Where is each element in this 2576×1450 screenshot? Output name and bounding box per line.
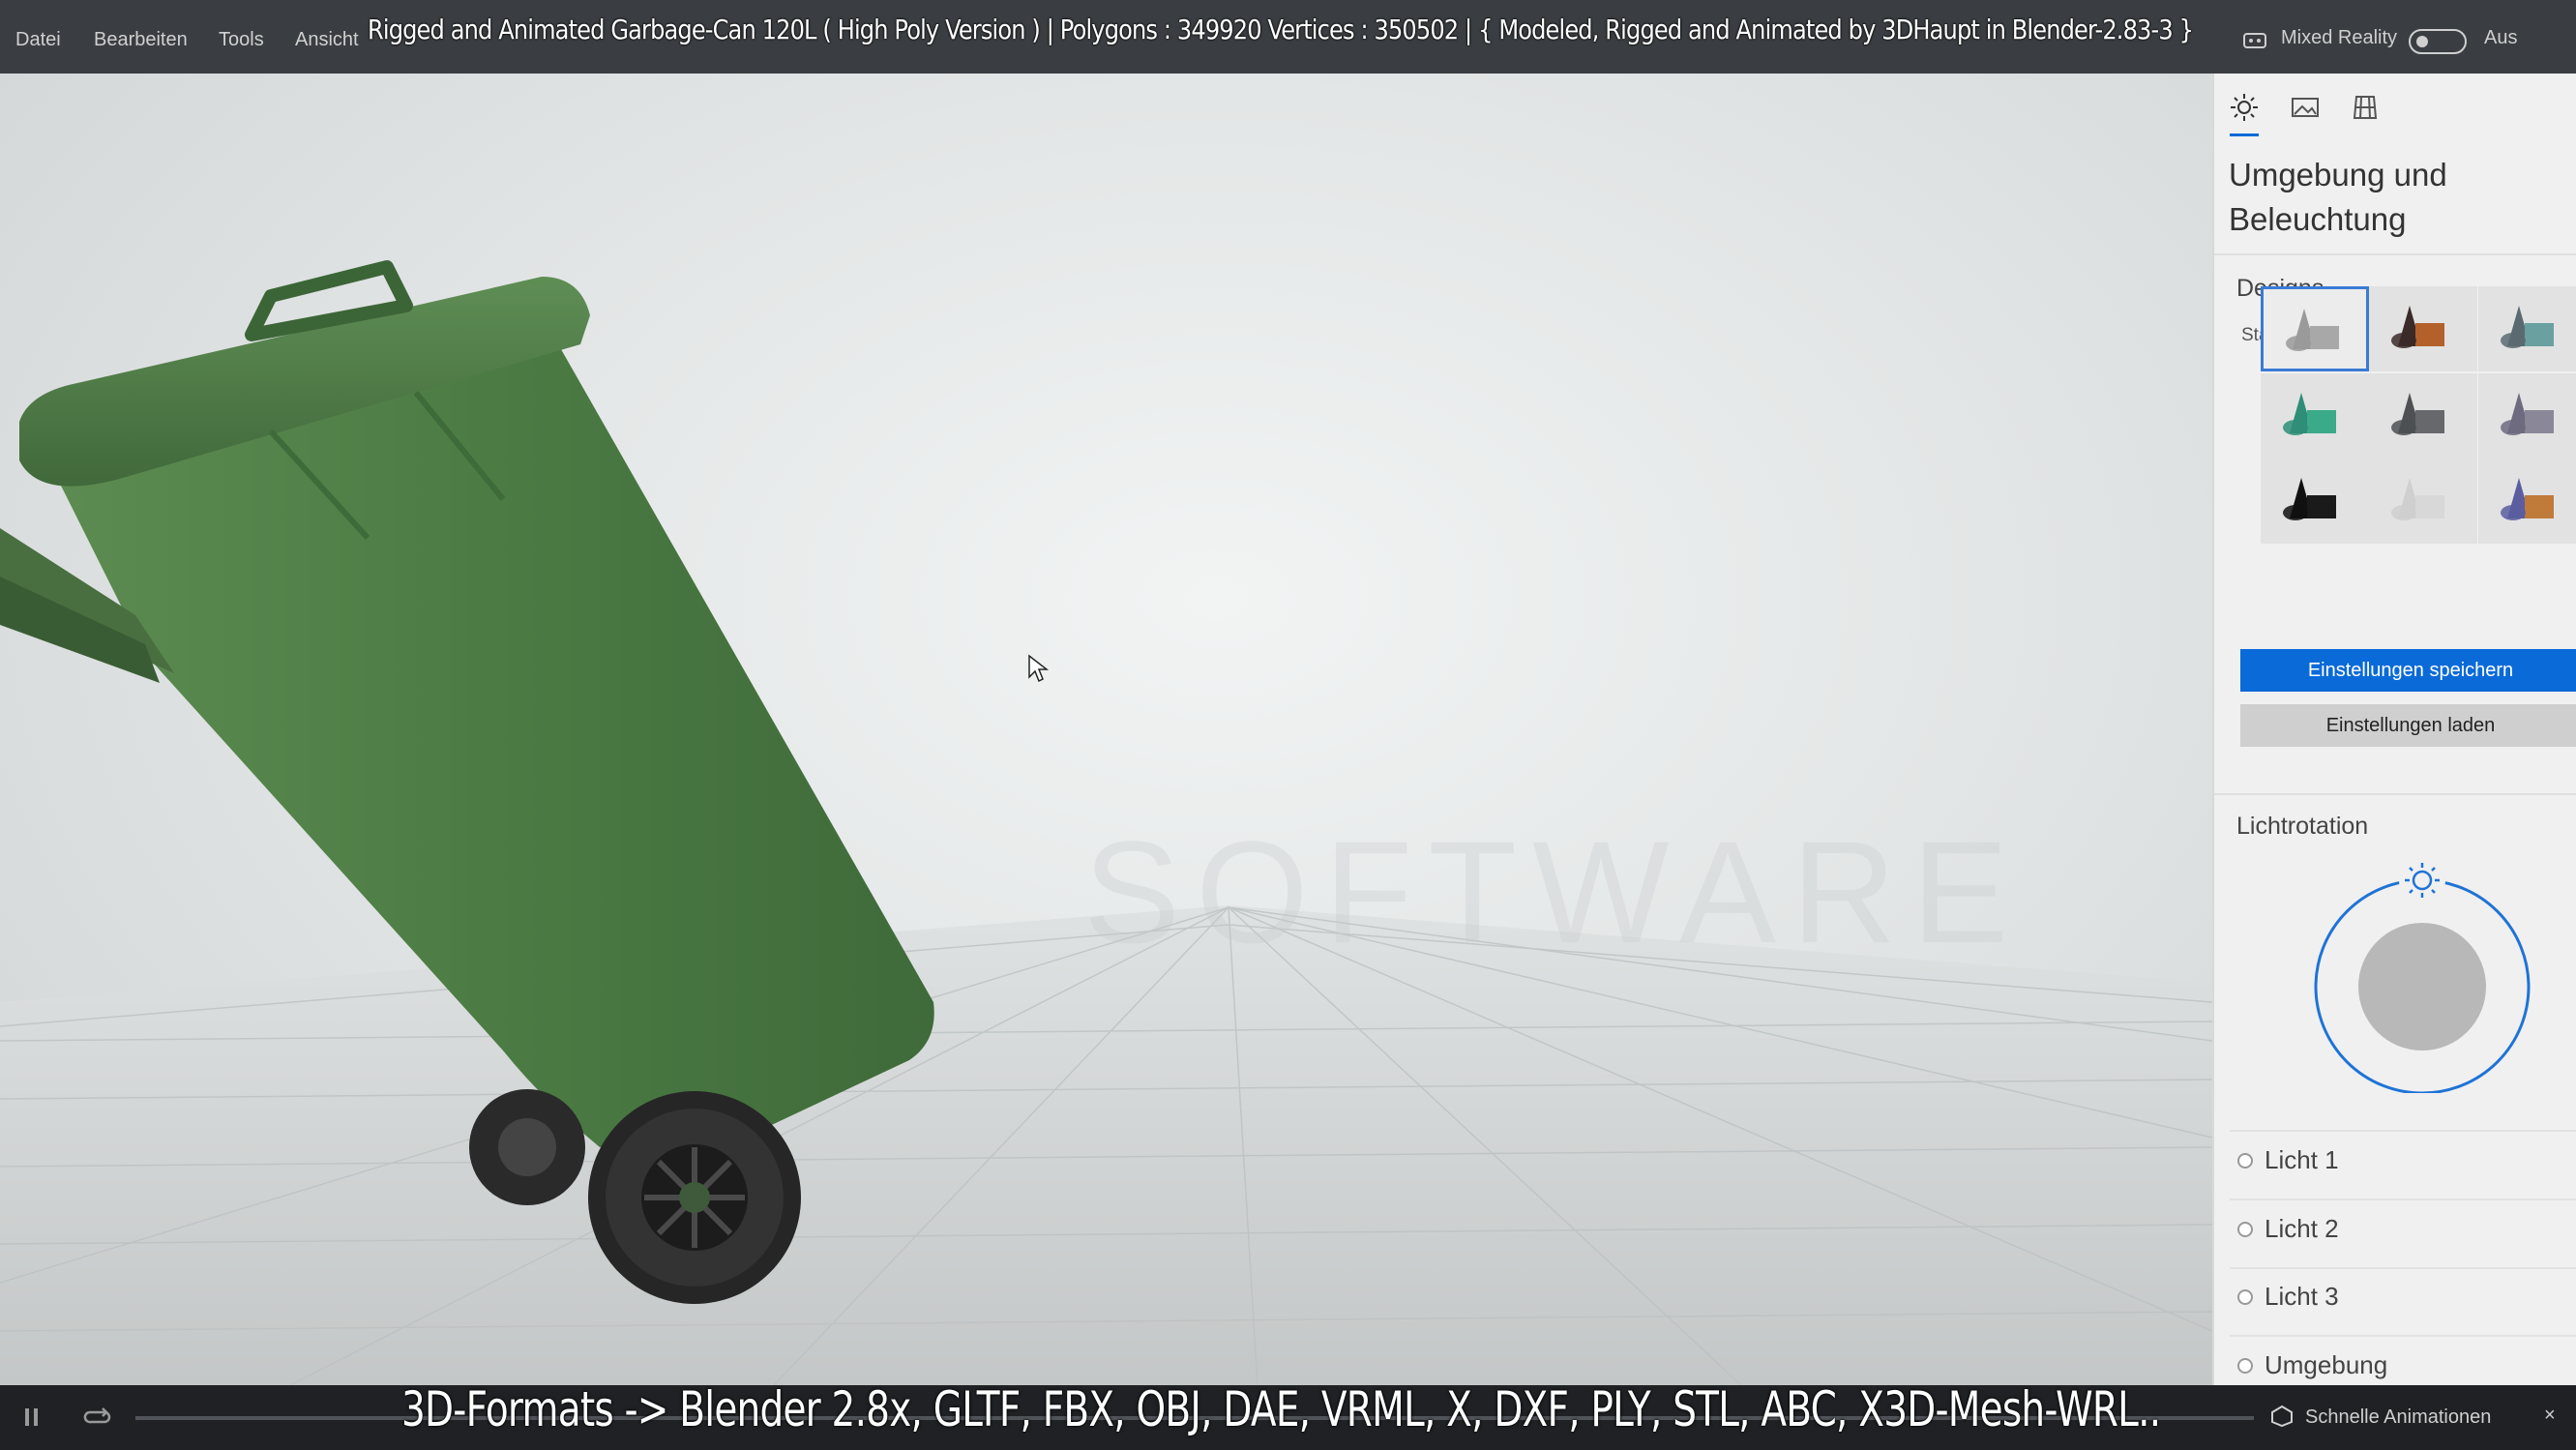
- design-swatch-purple-grey[interactable]: [2478, 373, 2576, 459]
- divider: [2230, 1267, 2576, 1269]
- design-preview-icon: [2501, 478, 2554, 520]
- mixed-reality-toggle[interactable]: [2409, 29, 2467, 54]
- design-swatch-grey[interactable]: [2261, 286, 2369, 371]
- quick-animations-label[interactable]: Schnelle Animationen: [2305, 1406, 2491, 1429]
- design-preview-icon: [2391, 306, 2444, 348]
- design-swatch-black[interactable]: [2261, 459, 2369, 544]
- radio-licht-3[interactable]: Licht 3: [2237, 1280, 2566, 1318]
- close-icon[interactable]: ×: [2544, 1405, 2556, 1427]
- radio-licht-1[interactable]: Licht 1: [2237, 1143, 2566, 1182]
- divider: [2214, 253, 2576, 255]
- radio-umgebung[interactable]: Umgebung: [2237, 1348, 2566, 1387]
- design-preview-icon: [2283, 393, 2336, 435]
- video-footer-overlay: 3D-Formats -> Blender 2.8x, GLTF, FBX, O…: [401, 1381, 2161, 1437]
- image-icon[interactable]: [2289, 91, 2322, 124]
- grid-icon[interactable]: [2349, 91, 2382, 124]
- environment-panel: Umgebung und Beleuchtung Designs Standar…: [2212, 74, 2576, 1385]
- design-preview-icon: [2391, 393, 2444, 435]
- animation-icon: [2269, 1405, 2295, 1433]
- menu-item-ansicht[interactable]: Ansicht: [295, 29, 359, 51]
- active-tab-indicator: [2230, 133, 2259, 136]
- radio-label: Licht 1: [2265, 1145, 2339, 1174]
- menu-item-tools[interactable]: Tools: [219, 29, 264, 51]
- divider: [2230, 1130, 2576, 1132]
- panel-title: Umgebung und Beleuchtung: [2229, 157, 2447, 237]
- radio-licht-2[interactable]: Licht 2: [2237, 1212, 2566, 1251]
- load-settings-button[interactable]: Einstellungen laden: [2240, 704, 2576, 747]
- design-preview-icon: [2391, 478, 2444, 520]
- radio-circle[interactable]: [2237, 1222, 2253, 1237]
- toggle-state-label: Aus: [2484, 27, 2518, 48]
- divider: [2230, 1198, 2576, 1200]
- mixed-reality-label: Mixed Reality: [2281, 27, 2398, 48]
- design-preview-icon: [2501, 393, 2554, 435]
- floor-grid: [0, 260, 2212, 1385]
- design-preview-icon: [2283, 478, 2336, 520]
- save-settings-button[interactable]: Einstellungen speichern: [2240, 649, 2576, 692]
- radio-label: Licht 2: [2265, 1214, 2339, 1243]
- pause-icon[interactable]: [23, 1406, 41, 1433]
- design-swatch-green[interactable]: [2261, 373, 2369, 459]
- design-swatch-dark-orange[interactable]: [2369, 286, 2477, 371]
- radio-circle[interactable]: [2237, 1358, 2253, 1374]
- mixed-reality-icon: [2242, 29, 2267, 57]
- sun-icon[interactable]: [2228, 91, 2261, 124]
- menu-item-bearbeiten[interactable]: Bearbeiten: [94, 29, 188, 51]
- radio-label: Umgebung: [2265, 1350, 2388, 1379]
- watermark-text: SOFTWARE: [1083, 811, 2025, 973]
- radio-circle[interactable]: [2237, 1289, 2253, 1305]
- loop-icon[interactable]: [83, 1405, 112, 1435]
- video-title-overlay: Rigged and Animated Garbage-Can 120L ( H…: [368, 14, 2194, 45]
- design-swatch-teal-grey[interactable]: [2478, 286, 2576, 371]
- mouse-cursor-icon: [1028, 654, 1049, 683]
- divider: [2214, 793, 2576, 795]
- design-preview-icon: [2501, 306, 2554, 348]
- design-swatch-light[interactable]: [2369, 459, 2477, 544]
- design-swatch-purple-orange[interactable]: [2478, 459, 2576, 544]
- design-preview-icon: [2286, 309, 2339, 351]
- radio-label: Licht 3: [2265, 1282, 2339, 1311]
- 3d-viewport[interactable]: SOFTWARE: [0, 74, 2212, 1385]
- light-rotation-dial[interactable]: [2311, 861, 2533, 1093]
- divider: [2230, 1335, 2576, 1337]
- menu-item-datei[interactable]: Datei: [15, 29, 61, 51]
- design-swatch-dark-grey[interactable]: [2369, 373, 2477, 459]
- radio-circle[interactable]: [2237, 1153, 2253, 1169]
- light-rotation-heading: Lichtrotation: [2236, 813, 2369, 840]
